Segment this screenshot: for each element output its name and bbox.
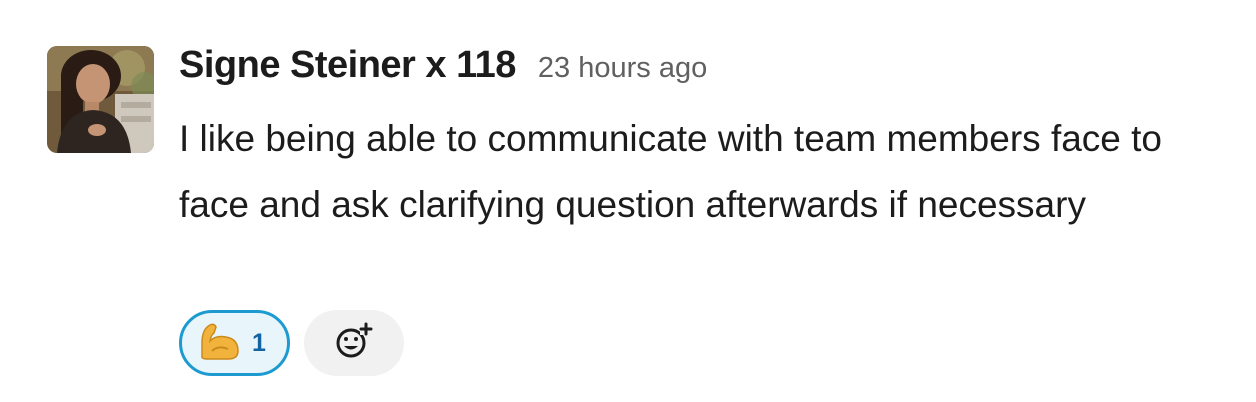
author-name[interactable]: Signe Steiner x 118 — [179, 44, 516, 87]
reaction-bar: 1 — [179, 310, 404, 376]
message-text: I like being able to communicate with te… — [179, 118, 1163, 225]
add-reaction-button[interactable] — [304, 310, 404, 376]
timestamp[interactable]: 23 hours ago — [538, 52, 707, 85]
message-item: Signe Steiner x 118 23 hours ago I like … — [0, 0, 1256, 402]
message-header: Signe Steiner x 118 23 hours ago — [179, 44, 707, 87]
reaction-flexed-biceps[interactable]: 1 — [179, 310, 290, 376]
avatar-photo — [47, 46, 154, 153]
avatar[interactable] — [47, 46, 154, 153]
flexed-biceps-icon — [198, 321, 242, 366]
add-reaction-icon — [334, 321, 374, 366]
reaction-count: 1 — [252, 328, 266, 357]
